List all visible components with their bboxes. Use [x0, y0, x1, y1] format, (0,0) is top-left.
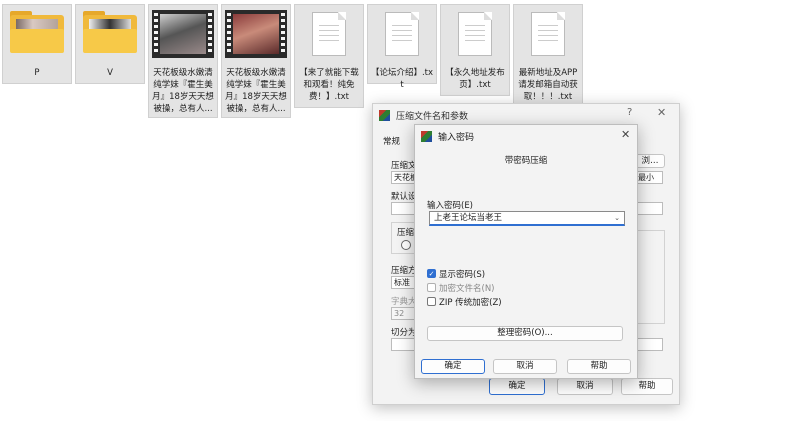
help-button[interactable]: 帮助 — [621, 378, 673, 395]
text-file-icon — [441, 5, 509, 63]
split-volumes-label: 切分为 — [391, 328, 417, 338]
file-name: 天花板级水嫩清纯学妹『霍生美月』18岁天天想被操，总有人... — [152, 68, 214, 114]
file-tile-txt-2[interactable]: 【论坛介绍】.txt — [367, 4, 437, 90]
help-button[interactable]: 帮助 — [567, 359, 631, 374]
file-name: 【来了就能下载和观看！纯免费！】.txt — [299, 68, 359, 102]
dialog-titlebar: 输入密码 — [415, 125, 637, 147]
ok-button[interactable]: 确定 — [421, 359, 485, 374]
file-tile-p[interactable]: P — [2, 4, 72, 84]
winrar-app-icon — [421, 130, 432, 142]
dialog-title: 压缩文件名和参数 — [396, 111, 469, 122]
tab-general[interactable]: 常规 — [383, 135, 400, 147]
encrypt-filenames-checkbox[interactable] — [427, 283, 436, 292]
file-tile-v[interactable]: V — [75, 4, 145, 84]
close-icon[interactable]: ✕ — [621, 128, 630, 141]
close-icon[interactable]: ✕ — [657, 106, 666, 119]
file-name: 天花板级水嫩清纯学妹『霍生美月』18岁天天想被操，总有人... — [225, 68, 287, 114]
archive-format-label: 压缩 — [397, 228, 415, 238]
file-tile-txt-3[interactable]: 【永久地址发布页】.txt — [440, 4, 510, 96]
ok-button[interactable]: 确定 — [489, 378, 545, 395]
folder-icon — [3, 5, 71, 63]
file-name: V — [107, 68, 113, 78]
text-file-icon — [295, 5, 363, 63]
dialog-subtitle: 带密码压缩 — [504, 156, 548, 166]
file-name: P — [34, 68, 40, 78]
file-tile-video-1[interactable]: 天花板级水嫩清纯学妹『霍生美月』18岁天天想被操，总有人... — [148, 4, 218, 118]
text-file-icon — [368, 5, 436, 63]
browse-button[interactable]: 浏… — [635, 154, 665, 168]
show-password-label: 显示密码(S) — [439, 270, 486, 280]
dialog-titlebar: 压缩文件名和参数 — [373, 104, 679, 126]
update-mode-select[interactable]: 最小 — [635, 171, 663, 184]
password-label: 输入密码(E) — [427, 201, 474, 211]
file-tile-video-2[interactable]: 天花板级水嫩清纯学妹『霍生美月』18岁天天想被操，总有人... — [221, 4, 291, 118]
zip-legacy-encryption-checkbox[interactable] — [427, 297, 436, 306]
file-tile-txt-4[interactable]: 最新地址及APP请发邮箱自动获取！！！.txt — [513, 4, 583, 108]
dictionary-size-label: 字典大 — [391, 297, 417, 307]
default-profile-label: 默认设 — [391, 192, 417, 202]
password-dialog: 输入密码 ✕ 带密码压缩 输入密码(E) 上老王论坛当老王 ⌄ ✓ 显示密码(S… — [414, 124, 638, 379]
dialog-title: 输入密码 — [438, 132, 475, 143]
organize-passwords-button[interactable]: 整理密码(O)... — [427, 326, 623, 341]
format-radio[interactable] — [401, 240, 411, 250]
encrypt-filenames-label: 加密文件名(N) — [439, 284, 495, 294]
profile-select-right[interactable] — [635, 202, 663, 215]
help-icon[interactable]: ? — [627, 107, 632, 118]
compression-method-label: 压缩方 — [391, 266, 417, 276]
show-password-checkbox[interactable]: ✓ — [427, 269, 436, 278]
cancel-button[interactable]: 取消 — [557, 378, 613, 395]
video-thumbnail-icon — [222, 5, 290, 63]
video-thumbnail-icon — [149, 5, 217, 63]
file-name: 【永久地址发布页】.txt — [445, 68, 505, 90]
text-file-icon — [514, 5, 582, 63]
cancel-button[interactable]: 取消 — [493, 359, 557, 374]
chevron-down-icon[interactable]: ⌄ — [614, 212, 620, 224]
split-extra-field[interactable] — [635, 338, 663, 351]
password-input[interactable]: 上老王论坛当老王 ⌄ — [429, 211, 625, 226]
archive-name-label: 压缩文 — [391, 161, 417, 171]
zip-legacy-encryption-label: ZIP 传统加密(Z) — [439, 298, 502, 308]
folder-icon — [76, 5, 144, 63]
file-tile-txt-1[interactable]: 【来了就能下载和观看！纯免费！】.txt — [294, 4, 364, 108]
file-name: 【论坛介绍】.txt — [370, 68, 434, 90]
file-name: 最新地址及APP请发邮箱自动获取！！！.txt — [518, 68, 578, 102]
password-value: 上老王论坛当老王 — [434, 213, 503, 223]
winrar-app-icon — [379, 109, 390, 121]
